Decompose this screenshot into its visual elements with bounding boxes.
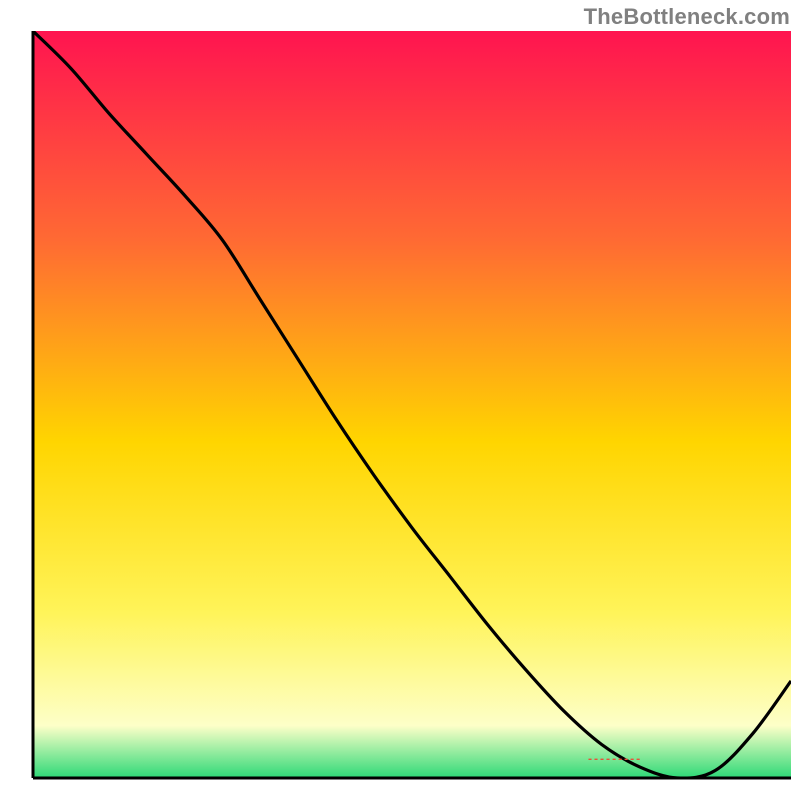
bottleneck-chart <box>0 0 800 800</box>
gradient-background <box>33 31 791 778</box>
highlight-marker: --------- <box>587 754 641 765</box>
